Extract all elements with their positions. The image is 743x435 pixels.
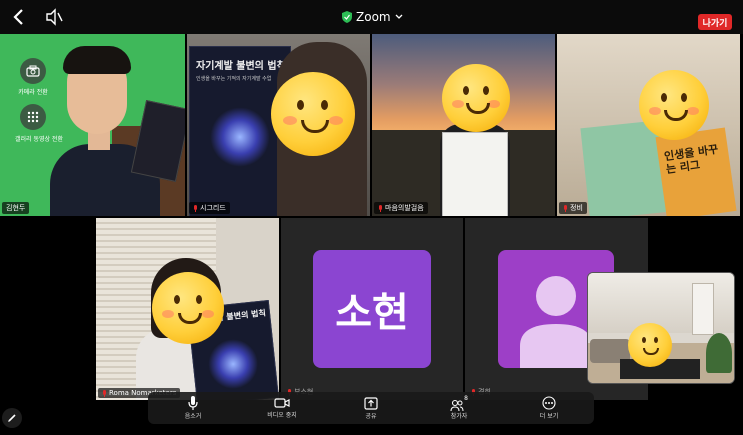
muted-mic-icon (379, 204, 382, 212)
back-chevron-icon[interactable] (10, 7, 28, 27)
video-camera-icon (274, 398, 290, 408)
switch-camera-button[interactable] (20, 58, 46, 84)
annotate-pencil-button[interactable] (2, 408, 22, 428)
muted-mic-icon (564, 204, 567, 212)
stop-video-label: 비디오 중지 (267, 412, 297, 419)
avatar-initials: 소현 (313, 250, 431, 368)
secure-shield-icon (342, 11, 352, 23)
chevron-down-icon (395, 14, 403, 19)
smiley-face-cover (271, 72, 355, 156)
mute-label: 음소거 (184, 413, 202, 420)
self-view-tile[interactable] (587, 272, 735, 384)
book-title: 자기계발 불변의 법칙 (196, 61, 286, 72)
pencil-icon (8, 414, 16, 422)
participant-name: 김현두 (6, 204, 26, 212)
video-tile-4[interactable]: 인생을 바꾸는 리그 정비 (557, 34, 740, 216)
share-button[interactable]: 공유 (346, 392, 396, 424)
held-orange-book: 인생을 바꾸는 리그 (655, 127, 737, 216)
bottom-toolbar: 음소거 비디오 중지 공유 8 참가자 더 보기 (148, 392, 594, 424)
stop-video-button[interactable]: 비디오 중지 (254, 392, 310, 424)
share-screen-icon (364, 396, 378, 410)
gallery-view-button[interactable] (20, 104, 46, 130)
participant-name-tag: 시그리드 (189, 202, 230, 214)
grid-icon (27, 111, 39, 123)
window (692, 283, 714, 335)
participant-name-tag: 정비 (559, 202, 587, 214)
participant-name: 정비 (570, 204, 583, 212)
participants-icon-wrap: 8 (450, 394, 468, 411)
held-book (130, 100, 185, 182)
gallery-view-label: 갤러리 동영상 전환 (15, 136, 63, 143)
person-hair (63, 46, 131, 74)
participant-name-tag: 마음의발걸음 (374, 202, 428, 214)
more-label: 더 보기 (539, 413, 559, 420)
participants-label: 참가자 (450, 412, 468, 420)
smiley-face-cover (628, 323, 672, 367)
microphone-icon (188, 396, 198, 410)
video-tile-5[interactable]: 자기계발 불변의 법칙 Roma Nomarketers (96, 218, 279, 400)
participants-count: 8 (464, 394, 468, 402)
participant-name: 시그리드 (200, 204, 226, 212)
meeting-title-label: Zoom (356, 10, 391, 24)
book-cover-art (205, 336, 261, 392)
video-tile-2[interactable]: 자기계발 불변의 법칙 인생을 바꾸는 기적의 자기계발 수업 시그리드 (187, 34, 370, 216)
smiley-face-cover (442, 64, 510, 132)
smiley-face-cover (639, 70, 709, 140)
participants-button[interactable]: 8 참가자 (434, 392, 484, 424)
leave-button[interactable]: 나가기 (698, 14, 732, 30)
share-label: 공유 (365, 412, 377, 420)
participant-name: 마음의발걸음 (385, 204, 424, 212)
book-subtitle: 인생을 바꾸는 기적의 자기계발 수업 (196, 76, 272, 82)
video-tile-6[interactable]: 소현 부소현 (281, 218, 463, 400)
video-tile-3[interactable]: 마음의발걸음 (372, 34, 555, 216)
more-button[interactable]: 더 보기 (524, 392, 574, 424)
muted-mic-icon (103, 389, 106, 397)
camera-switch-icon (26, 65, 40, 77)
speaker-off-icon[interactable] (44, 8, 64, 26)
muted-mic-icon (194, 204, 197, 212)
participant-name-tag: 김현두 (2, 202, 30, 214)
mute-button[interactable]: 음소거 (168, 392, 218, 424)
video-tile-1[interactable]: 카메라 전환 갤러리 동영상 전환 김현두 (0, 34, 185, 216)
held-notebook (442, 132, 508, 216)
plant (706, 333, 732, 373)
book-text: 인생을 바꾸는 리그 (663, 142, 720, 177)
smiley-face-cover (152, 272, 224, 344)
book-cover-art (210, 107, 270, 167)
participants-icon (450, 399, 464, 411)
meeting-title[interactable]: Zoom (342, 9, 403, 25)
switch-camera-label: 카메라 전환 (18, 89, 48, 96)
more-dots-icon (542, 396, 556, 410)
